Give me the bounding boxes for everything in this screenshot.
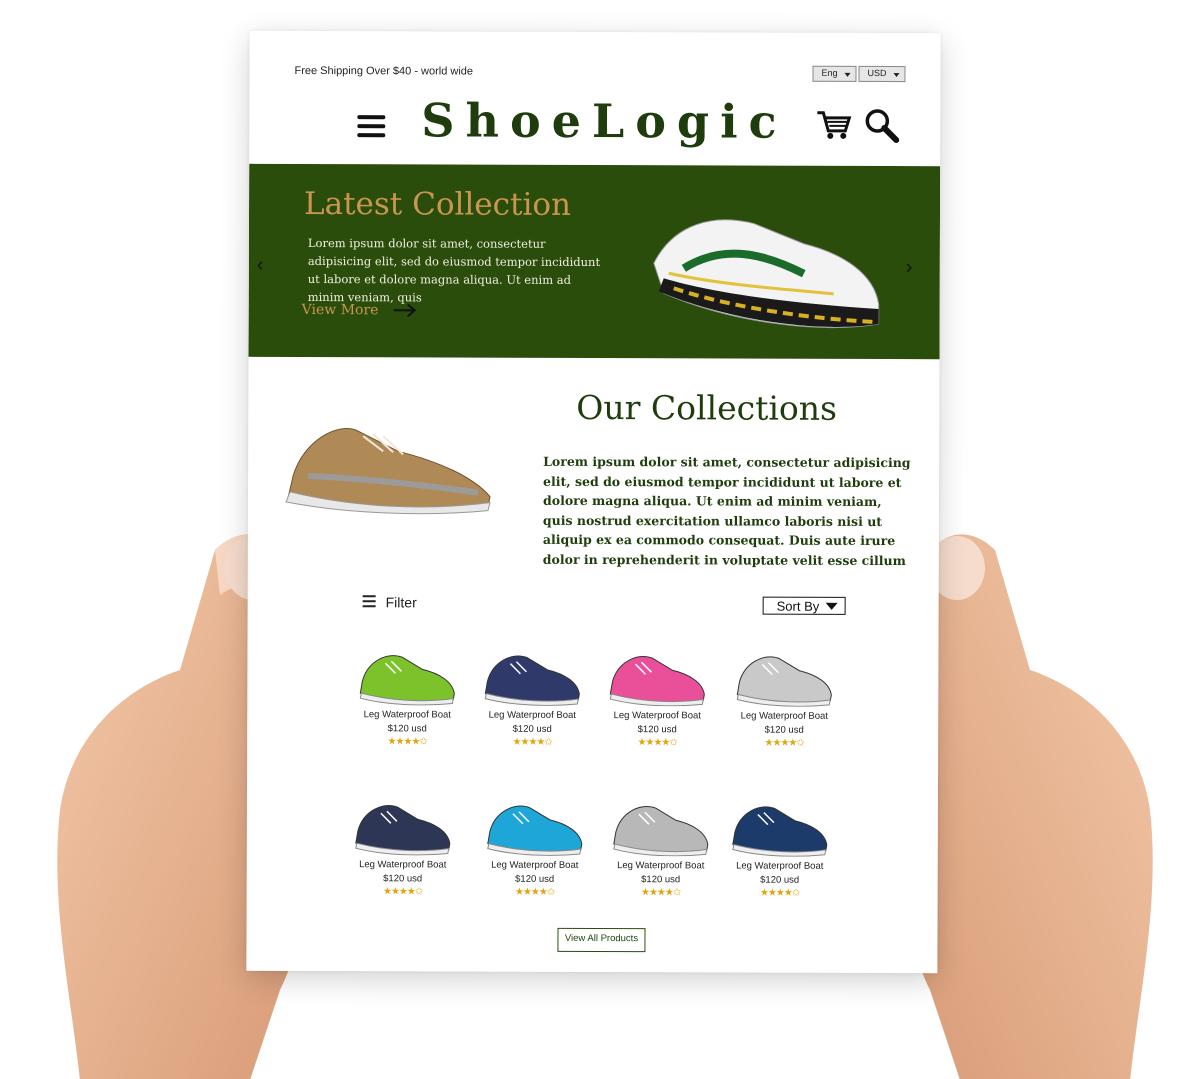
product-card[interactable]: Leg Waterproof Boat $120 usd ★★★★✩ — [724, 644, 844, 749]
collections-text: Lorem ipsum dolor sit amet, consectetur … — [542, 453, 911, 569]
view-more-label: View More — [301, 301, 379, 319]
collection-shoe-image — [285, 428, 491, 515]
product-card[interactable]: Leg Waterproof Boat $120 usd ★★★★✩ — [343, 793, 463, 897]
product-price: $120 usd — [641, 874, 681, 886]
product-rating: ★★★★✩ — [382, 886, 423, 898]
product-name[interactable]: Leg Waterproof Boat — [724, 710, 844, 722]
product-name[interactable]: Leg Waterproof Boat — [472, 710, 592, 721]
featured-shoe-image — [653, 219, 880, 329]
view-all-products-button[interactable]: View All Products — [557, 927, 646, 953]
product-name[interactable]: Leg Waterproof Boat — [720, 860, 840, 871]
product-name[interactable]: Leg Waterproof Boat — [475, 860, 595, 871]
product-price: $120 usd — [760, 874, 800, 886]
product-price: $120 usd — [515, 873, 555, 885]
product-image — [736, 656, 832, 707]
product-rating: ★★★★✩ — [637, 737, 677, 749]
view-more-link[interactable]: View More — [302, 302, 417, 318]
product-image — [732, 806, 828, 857]
product-card[interactable]: Leg Waterproof Boat $120 usd ★★★★✩ — [720, 794, 840, 899]
product-name[interactable]: Leg Waterproof Boat — [601, 860, 721, 871]
product-price: $120 usd — [512, 723, 552, 735]
product-image — [487, 805, 583, 856]
chevron-left-icon[interactable]: ‹ — [257, 254, 264, 277]
product-rating: ★★★★✩ — [512, 736, 552, 748]
product-card[interactable]: Leg Waterproof Boat $120 usd ★★★★✩ — [347, 643, 467, 747]
product-image — [613, 806, 709, 857]
product-image — [609, 656, 705, 707]
website-mockup-page: Free Shipping Over $40 - world wide Eng … — [246, 30, 941, 974]
language-select[interactable]: Eng — [812, 65, 857, 82]
product-card[interactable]: Leg Waterproof Boat $120 usd ★★★★✩ — [597, 644, 717, 748]
product-price: $120 usd — [637, 724, 677, 736]
shipping-notice: Free Shipping Over $40 - world wide — [294, 64, 474, 78]
product-image — [355, 805, 451, 856]
product-name[interactable]: Leg Waterproof Boat — [347, 709, 467, 720]
brand-logo[interactable]: ShoeLogic — [421, 93, 787, 148]
product-rating: ★★★★✩ — [387, 736, 427, 748]
product-card[interactable]: Leg Waterproof Boat $120 usd ★★★★✩ — [472, 644, 592, 748]
product-price: $120 usd — [764, 724, 804, 736]
chevron-right-icon[interactable]: › — [906, 256, 913, 279]
product-card[interactable]: Leg Waterproof Boat $120 usd ★★★★✩ — [601, 794, 721, 898]
menu-icon[interactable] — [357, 115, 386, 142]
cart-icon[interactable] — [815, 109, 852, 141]
search-icon[interactable] — [863, 107, 900, 144]
sort-by-dropdown[interactable]: Sort By — [762, 596, 846, 615]
product-rating: ★★★★✩ — [764, 737, 804, 749]
hero-text: Lorem ipsum dolor sit amet, consectetur … — [307, 236, 601, 305]
product-name[interactable]: Leg Waterproof Boat — [597, 710, 717, 721]
product-name[interactable]: Leg Waterproof Boat — [343, 859, 463, 870]
product-grid: Leg Waterproof Boat $120 usd ★★★★✩ Leg Wate… — [250, 31, 941, 899]
product-rating: ★★★★✩ — [640, 887, 681, 899]
product-rating: ★★★★✩ — [759, 887, 800, 899]
filter-button[interactable]: Filter — [362, 594, 417, 611]
product-image — [484, 655, 580, 706]
hero-title: Latest Collection — [303, 185, 572, 223]
collections-title: Our Collections — [576, 387, 838, 428]
currency-select[interactable]: USD — [858, 65, 906, 83]
filter-label: Filter — [385, 594, 417, 611]
arrow-right-icon — [393, 303, 417, 318]
product-rating: ★★★★✩ — [514, 886, 555, 898]
product-image — [359, 655, 455, 706]
product-price: $120 usd — [387, 723, 427, 735]
product-card[interactable]: Leg Waterproof Boat $120 usd ★★★★✩ — [475, 794, 595, 898]
hero-banner: ‹ Latest Collection Lorem ipsum dolor si… — [248, 163, 941, 360]
product-price: $120 usd — [383, 873, 423, 885]
filter-icon — [362, 594, 376, 610]
